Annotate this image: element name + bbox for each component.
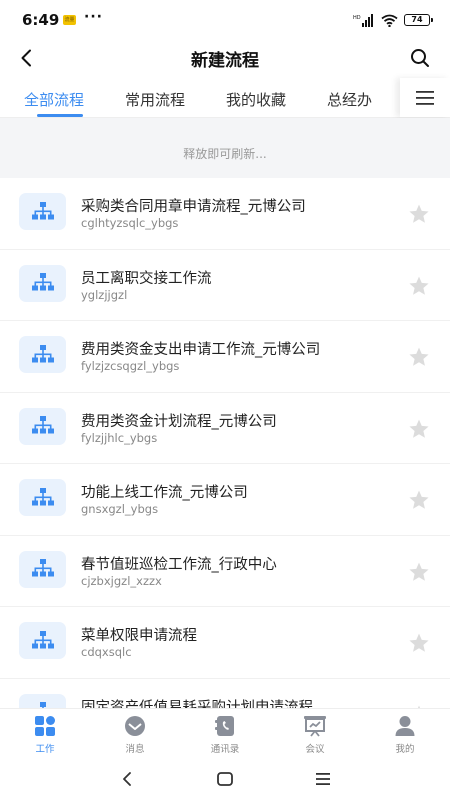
nav-contacts[interactable]: 通讯录 (195, 715, 255, 755)
system-nav-bar (0, 758, 450, 800)
flow-code: fylzjjhlc_ybgs (81, 430, 158, 445)
status-time: 6:49 (22, 11, 60, 29)
favorite-star-icon[interactable] (408, 346, 430, 368)
flow-list: 采购类合同用章申请流程_元博公司 cglhtyzsqlc_ybgs 员工离职交接工作… (0, 178, 450, 708)
nav-meetings[interactable]: 会议 (285, 715, 345, 755)
flow-title: 菜单权限申请流程 (81, 628, 197, 644)
org-chart-icon (19, 550, 66, 588)
flow-title: 采购类合同用章申请流程_元博公司 (81, 199, 306, 215)
favorite-star-icon[interactable] (408, 561, 430, 583)
page-title: 新建流程 (191, 51, 259, 71)
nav-work[interactable]: 工作 (15, 715, 75, 755)
pull-refresh-area: 释放即可刷新... (0, 118, 450, 178)
work-icon (33, 715, 57, 737)
org-chart-icon (19, 693, 66, 708)
org-chart-icon (19, 479, 66, 516)
flow-list-item[interactable]: 菜单权限申请流程 cdqxsqlc (0, 607, 450, 679)
flow-list-item[interactable]: 功能上线工作流_元博公司 gnsxgzl_ybgs (0, 464, 450, 536)
refresh-hint: 释放即可刷新... (183, 147, 267, 161)
profile-icon (393, 715, 417, 737)
signal-tag: HD (353, 15, 361, 21)
more-notifications-icon: ··· (84, 9, 103, 25)
nav-profile[interactable]: 我的 (375, 715, 435, 755)
flow-list-item[interactable]: 费用类资金支出申请工作流_元博公司 fylzjzcsqgzl_ybgs (0, 321, 450, 393)
active-tab-indicator (37, 114, 83, 117)
flow-code: gnsxgzl_ybgs (81, 502, 159, 516)
flow-title: 员工离职交接工作流 (81, 270, 212, 287)
flow-list-item[interactable]: 员工离职交接工作流 yglzjjgzl (0, 250, 450, 321)
flow-list-item[interactable]: 采购类合同用章申请流程_元博公司 cglhtyzsqlc_ybgs (0, 178, 450, 250)
wifi-icon (381, 14, 398, 27)
flow-code: yglzjjgzl (81, 287, 128, 302)
tab-menu-button[interactable] (400, 78, 450, 117)
nav-profile-label: 我的 (395, 744, 415, 755)
org-chart-icon (19, 407, 66, 445)
flow-list-item[interactable]: 春节值班巡检工作流_行政中心 cjzbxjgzl_xzzx (0, 536, 450, 607)
nav-messages-label: 消息 (125, 744, 145, 755)
favorite-star-icon[interactable] (408, 489, 430, 511)
tab-general-office[interactable]: 总经办 (327, 89, 372, 110)
flow-code: fylzjzcsqgzl_ybgs (81, 359, 180, 373)
signal-icon: HD (353, 13, 373, 27)
nav-contacts-label: 通讯录 (210, 744, 240, 755)
flow-list-item[interactable]: 固定资产低值易耗采购计划申请流程… (0, 679, 450, 709)
app-badge-icon: 流量 (63, 15, 76, 25)
favorite-star-icon[interactable] (408, 418, 430, 440)
search-icon (411, 49, 429, 67)
flow-title: 春节值班巡检工作流_行政中心 (81, 556, 277, 573)
flow-code: cdqxsqlc (81, 645, 132, 659)
flow-list-item[interactable]: 费用类资金计划流程_元博公司 fylzjjhlc_ybgs (0, 393, 450, 464)
message-icon (123, 715, 147, 737)
nav-messages[interactable]: 消息 (105, 715, 165, 755)
org-chart-icon (19, 264, 66, 302)
nav-meetings-label: 会议 (305, 744, 325, 755)
bottom-nav: 工作 消息 通讯录 会议 我的 (0, 708, 450, 758)
flow-code: cglhtyzsqlc_ybgs (81, 216, 179, 230)
flow-title: 固定资产低值易耗采购计划申请流程… (81, 699, 328, 709)
favorite-star-icon[interactable] (408, 275, 430, 297)
org-chart-icon (19, 336, 66, 373)
tab-all-flows[interactable]: 全部流程 (24, 89, 84, 110)
status-indicators: HD 74 (353, 13, 433, 27)
system-recents-icon (316, 773, 330, 785)
status-bar: 6:49 流量 ··· HD 74 (0, 0, 450, 40)
contacts-icon (213, 715, 237, 737)
system-back-icon (123, 772, 131, 786)
system-home-button[interactable] (214, 769, 236, 789)
hamburger-menu-icon (416, 90, 434, 105)
system-home-icon (217, 772, 233, 786)
flow-code: cjzbxjgzl_xzzx (81, 573, 162, 588)
org-chart-icon (19, 622, 66, 659)
favorite-star-icon[interactable] (408, 632, 430, 654)
header: 新建流程 (0, 40, 450, 78)
system-recents-button[interactable] (312, 769, 334, 789)
tab-my-favorites[interactable]: 我的收藏 (226, 89, 286, 110)
favorite-star-icon[interactable] (408, 203, 430, 225)
nav-work-label: 工作 (35, 744, 55, 755)
system-back-button[interactable] (116, 769, 138, 789)
org-chart-icon (19, 193, 66, 230)
flow-title: 费用类资金支出申请工作流_元博公司 (81, 342, 321, 358)
meeting-icon (303, 715, 327, 737)
tab-common-flows[interactable]: 常用流程 (125, 89, 185, 110)
search-button[interactable] (406, 44, 434, 72)
category-tabs: 全部流程 常用流程 我的收藏 总经办 (0, 78, 450, 118)
flow-title: 费用类资金计划流程_元博公司 (81, 413, 277, 430)
flow-title: 功能上线工作流_元博公司 (81, 485, 248, 501)
battery-icon: 74 (404, 14, 433, 26)
